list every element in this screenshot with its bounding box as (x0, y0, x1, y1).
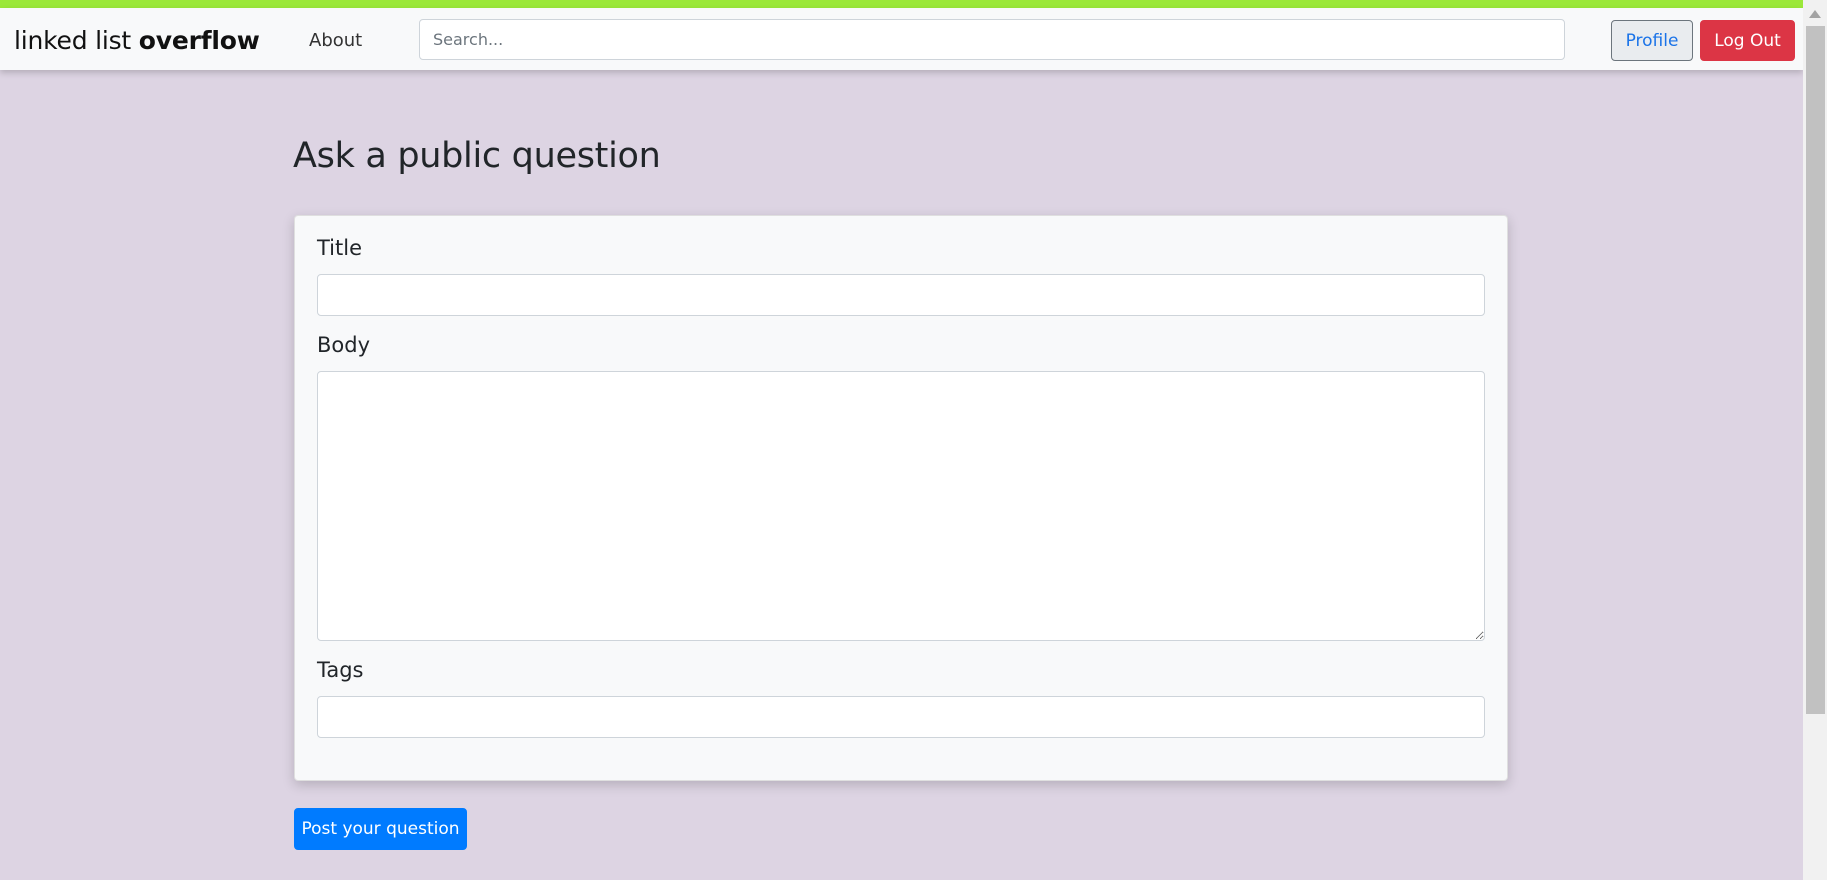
title-field[interactable] (317, 274, 1485, 316)
brand-text-bold: overflow (138, 26, 260, 55)
brand-text-light: linked list (14, 26, 132, 55)
tags-label: Tags (317, 658, 364, 682)
post-question-button[interactable]: Post your question (294, 808, 467, 850)
scroll-up-arrow-icon[interactable] (1809, 10, 1821, 18)
brand-logo[interactable]: linked list overflow (14, 26, 260, 55)
question-form-card: Title Body Tags (294, 215, 1508, 781)
title-label: Title (317, 236, 363, 260)
page-scrollbar[interactable] (1803, 0, 1827, 880)
search-input[interactable] (419, 19, 1565, 60)
scrollbar-thumb[interactable] (1806, 26, 1825, 714)
top-navbar: linked list overflow About Profile Log O… (0, 8, 1803, 70)
body-textarea[interactable] (317, 371, 1485, 641)
top-accent-stripe (0, 0, 1803, 8)
body-label: Body (317, 333, 371, 357)
tags-field[interactable] (317, 696, 1485, 738)
page-title: Ask a public question (293, 136, 661, 176)
profile-button[interactable]: Profile (1611, 20, 1693, 61)
nav-about-link[interactable]: About (309, 30, 362, 51)
logout-button[interactable]: Log Out (1700, 20, 1795, 61)
